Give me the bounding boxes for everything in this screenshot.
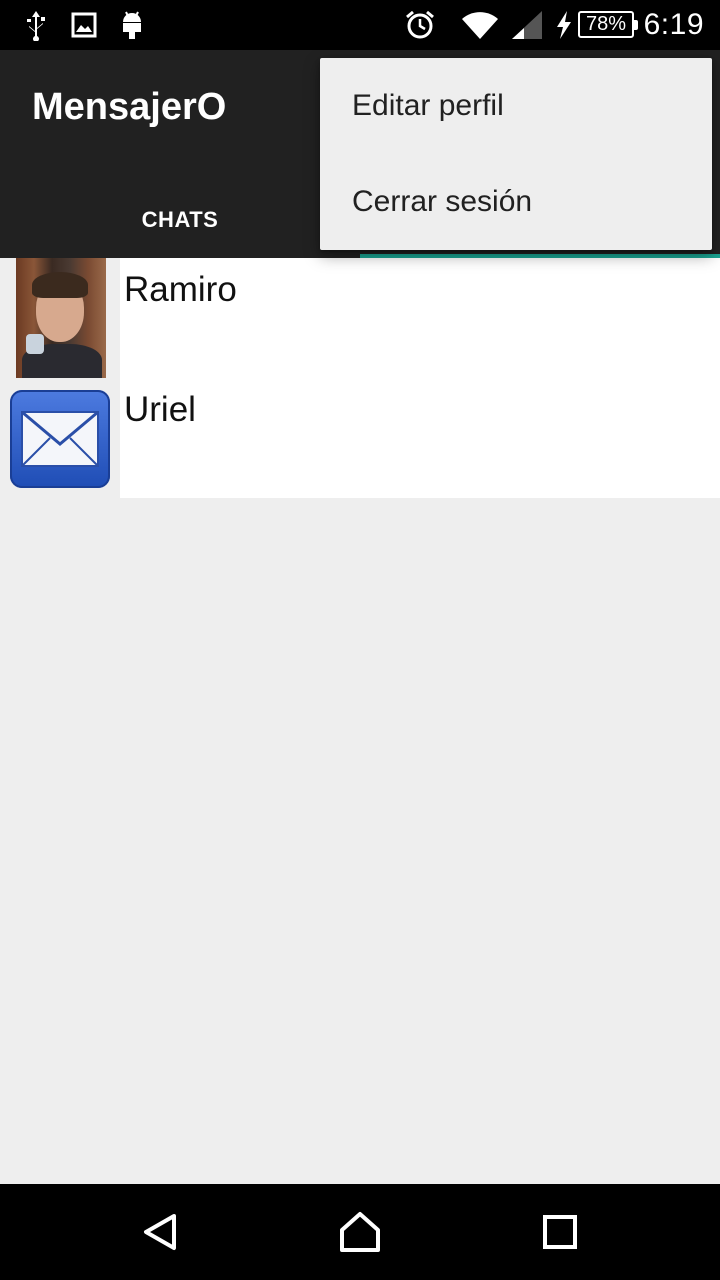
mail-icon — [10, 390, 110, 488]
charging-icon — [554, 9, 574, 41]
contact-name: Ramiro — [124, 270, 237, 309]
recents-icon[interactable] — [536, 1208, 584, 1256]
chat-row-ramiro[interactable]: Ramiro — [0, 258, 720, 378]
menu-item-edit-profile[interactable]: Editar perfil — [320, 58, 712, 154]
battery-level: 78% — [585, 13, 627, 35]
menu-item-logout[interactable]: Cerrar sesión — [320, 154, 712, 250]
chat-row-uriel[interactable]: Uriel — [0, 378, 720, 498]
wifi-icon — [460, 9, 500, 41]
avatar — [16, 258, 106, 378]
image-icon — [70, 9, 98, 41]
clock: 6:19 — [643, 8, 704, 41]
android-icon — [118, 9, 146, 41]
back-icon[interactable] — [136, 1208, 184, 1256]
signal-icon — [510, 9, 544, 41]
alarm-icon — [404, 9, 436, 41]
battery-icon: 78% — [578, 11, 638, 38]
chat-list: Ramiro Uriel — [0, 258, 720, 498]
overflow-menu: Editar perfil Cerrar sesión — [320, 58, 712, 250]
navigation-bar — [0, 1184, 720, 1280]
tab-chats[interactable]: CHATS — [0, 190, 360, 250]
avatar-container — [0, 378, 120, 498]
app-title: MensajerO — [32, 86, 227, 128]
status-bar: 78% 6:19 — [0, 0, 720, 50]
contact-name: Uriel — [124, 390, 196, 429]
usb-icon — [22, 9, 50, 41]
avatar-container — [0, 258, 120, 378]
home-icon[interactable] — [336, 1208, 384, 1256]
